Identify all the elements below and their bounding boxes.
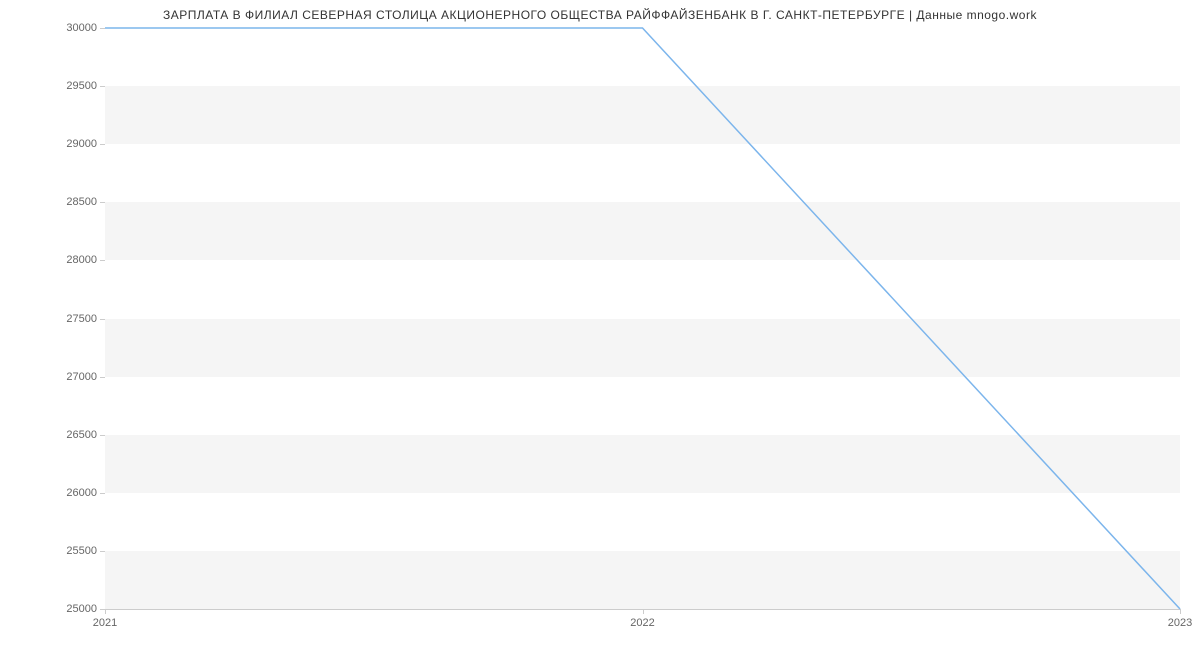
chart-container: ЗАРПЛАТА В ФИЛИАЛ СЕВЕРНАЯ СТОЛИЦА АКЦИО… — [0, 0, 1200, 650]
y-tick-label: 25500 — [66, 545, 97, 557]
y-tick-label: 26500 — [66, 429, 97, 441]
y-tick-label: 28500 — [66, 196, 97, 208]
y-tick-mark — [100, 144, 105, 145]
chart-title: ЗАРПЛАТА В ФИЛИАЛ СЕВЕРНАЯ СТОЛИЦА АКЦИО… — [163, 8, 1037, 22]
y-tick-label: 29500 — [66, 80, 97, 92]
x-tick-mark — [643, 609, 644, 614]
data-line — [105, 28, 1180, 609]
y-tick-label: 28000 — [66, 254, 97, 266]
x-tick-label: 2021 — [93, 617, 117, 629]
x-tick-mark — [105, 609, 106, 614]
y-tick-label: 29000 — [66, 138, 97, 150]
y-tick-label: 27500 — [66, 313, 97, 325]
y-tick-mark — [100, 260, 105, 261]
y-tick-mark — [100, 493, 105, 494]
y-tick-label: 25000 — [66, 603, 97, 615]
x-tick-mark — [1180, 609, 1181, 614]
x-tick-label: 2022 — [630, 617, 654, 629]
y-tick-mark — [100, 551, 105, 552]
y-tick-mark — [100, 435, 105, 436]
y-tick-mark — [100, 28, 105, 29]
x-tick-label: 2023 — [1168, 617, 1192, 629]
line-chart-svg — [105, 28, 1180, 609]
y-tick-mark — [100, 202, 105, 203]
plot-area: 2500025500260002650027000275002800028500… — [105, 28, 1180, 610]
y-tick-label: 30000 — [66, 22, 97, 34]
y-tick-mark — [100, 319, 105, 320]
y-tick-mark — [100, 86, 105, 87]
y-tick-label: 26000 — [66, 487, 97, 499]
y-tick-mark — [100, 377, 105, 378]
y-tick-label: 27000 — [66, 371, 97, 383]
